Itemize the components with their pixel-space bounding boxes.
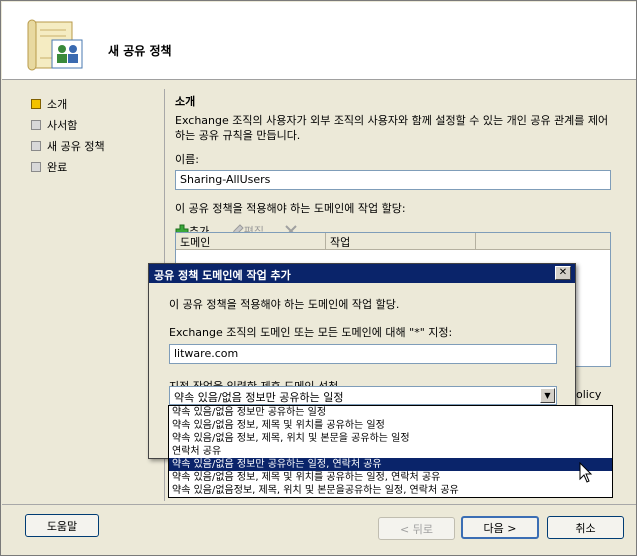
- step-indicator-icon: [31, 161, 41, 172]
- nav-item-complete[interactable]: 완료: [31, 156, 105, 177]
- dropdown-option-selected[interactable]: 약속 있음/없음 정보만 공유하는 일정, 연락처 공유: [169, 458, 612, 471]
- column-header-domain[interactable]: 도메인: [176, 233, 326, 249]
- dropdown-option[interactable]: 약속 있음/없음 정보만 공유하는 일정: [169, 406, 612, 419]
- step-indicator-icon: [31, 119, 41, 130]
- section-title: 소개: [175, 95, 196, 108]
- intro-text: Exchange 조직의 사용자가 외부 조직의 사용자와 함께 설정할 수 있…: [175, 114, 609, 142]
- policy-text-fragment: olicy: [576, 388, 602, 401]
- action-dropdown-list[interactable]: 약속 있음/없음 정보만 공유하는 일정 약속 있음/없음 정보, 제목 및 위…: [168, 405, 613, 498]
- dialog-titlebar: 공유 정책 도메인에 작업 추가 ✕: [149, 264, 575, 283]
- dialog-description: 이 공유 정책을 적용해야 하는 도메인에 작업 할당.: [169, 298, 400, 311]
- shared-users-scroll-icon: [27, 19, 83, 71]
- wizard-steps: 소개 사서함 새 공유 정책 완료: [31, 93, 105, 177]
- name-field[interactable]: Sharing-AllUsers: [175, 170, 611, 190]
- nav-item-mailboxes[interactable]: 사서함: [31, 114, 105, 135]
- column-header-empty: [476, 233, 610, 249]
- nav-item-intro[interactable]: 소개: [31, 93, 105, 114]
- domain-field[interactable]: litware.com: [169, 344, 557, 364]
- dropdown-option[interactable]: 연락처 공유: [169, 445, 612, 458]
- step-indicator-icon: [31, 140, 41, 151]
- help-button[interactable]: 도움말: [25, 514, 99, 537]
- close-icon[interactable]: ✕: [555, 266, 571, 280]
- list-header: 도메인 작업: [176, 233, 610, 250]
- dropdown-option[interactable]: 약속 있음/없음 정보, 제목 및 위치를 공유하는 일정: [169, 419, 612, 432]
- dropdown-option[interactable]: 약속 있음/없음 정보, 제목 및 위치를 공유하는 일정, 연락처 공유: [169, 471, 612, 484]
- combo-value: 약속 있음/없음 정보만 공유하는 일정: [174, 391, 344, 404]
- nav-item-label: 새 공유 정책: [47, 139, 105, 153]
- step-indicator-icon: [31, 98, 41, 109]
- footer-divider: [2, 504, 636, 505]
- nav-item-new-policy[interactable]: 새 공유 정책: [31, 135, 105, 156]
- nav-item-label: 사서함: [47, 118, 78, 132]
- chevron-down-icon[interactable]: ▼: [540, 388, 555, 403]
- next-button[interactable]: 다음 >: [461, 516, 539, 539]
- cancel-button[interactable]: 취소: [547, 516, 624, 539]
- mouse-cursor-icon: [579, 462, 593, 483]
- wizard-title: 새 공유 정책: [108, 44, 172, 58]
- wizard-content: 소개 Exchange 조직의 사용자가 외부 조직의 사용자와 함께 설정할 …: [175, 93, 615, 240]
- assign-label: 이 공유 정책을 적용해야 하는 도메인에 작업 할당:: [175, 202, 406, 215]
- dialog-title: 공유 정책 도메인에 작업 추가: [154, 269, 291, 282]
- action-combobox[interactable]: 약속 있음/없음 정보만 공유하는 일정 ▼: [169, 386, 557, 405]
- name-label: 이름:: [175, 153, 199, 166]
- back-button[interactable]: < 뒤로: [378, 517, 455, 540]
- domain-label: Exchange 조직의 도메인 또는 모든 도메인에 대해 "*" 지정:: [169, 326, 453, 339]
- wizard-header: 새 공유 정책: [2, 2, 636, 80]
- dropdown-option[interactable]: 약속 있음/없음 정보, 제목, 위치 및 본문을 공유하는 일정: [169, 432, 612, 445]
- nav-item-label: 완료: [47, 160, 68, 174]
- dialog-body: 이 공유 정책을 적용해야 하는 도메인에 작업 할당. Exchange 조직…: [169, 296, 559, 394]
- dropdown-option[interactable]: 약속 있음/없음정보, 제목, 위치 및 본문을공유하는 일정, 연락처 공유: [169, 484, 612, 497]
- column-header-action[interactable]: 작업: [326, 233, 476, 249]
- nav-item-label: 소개: [47, 97, 68, 111]
